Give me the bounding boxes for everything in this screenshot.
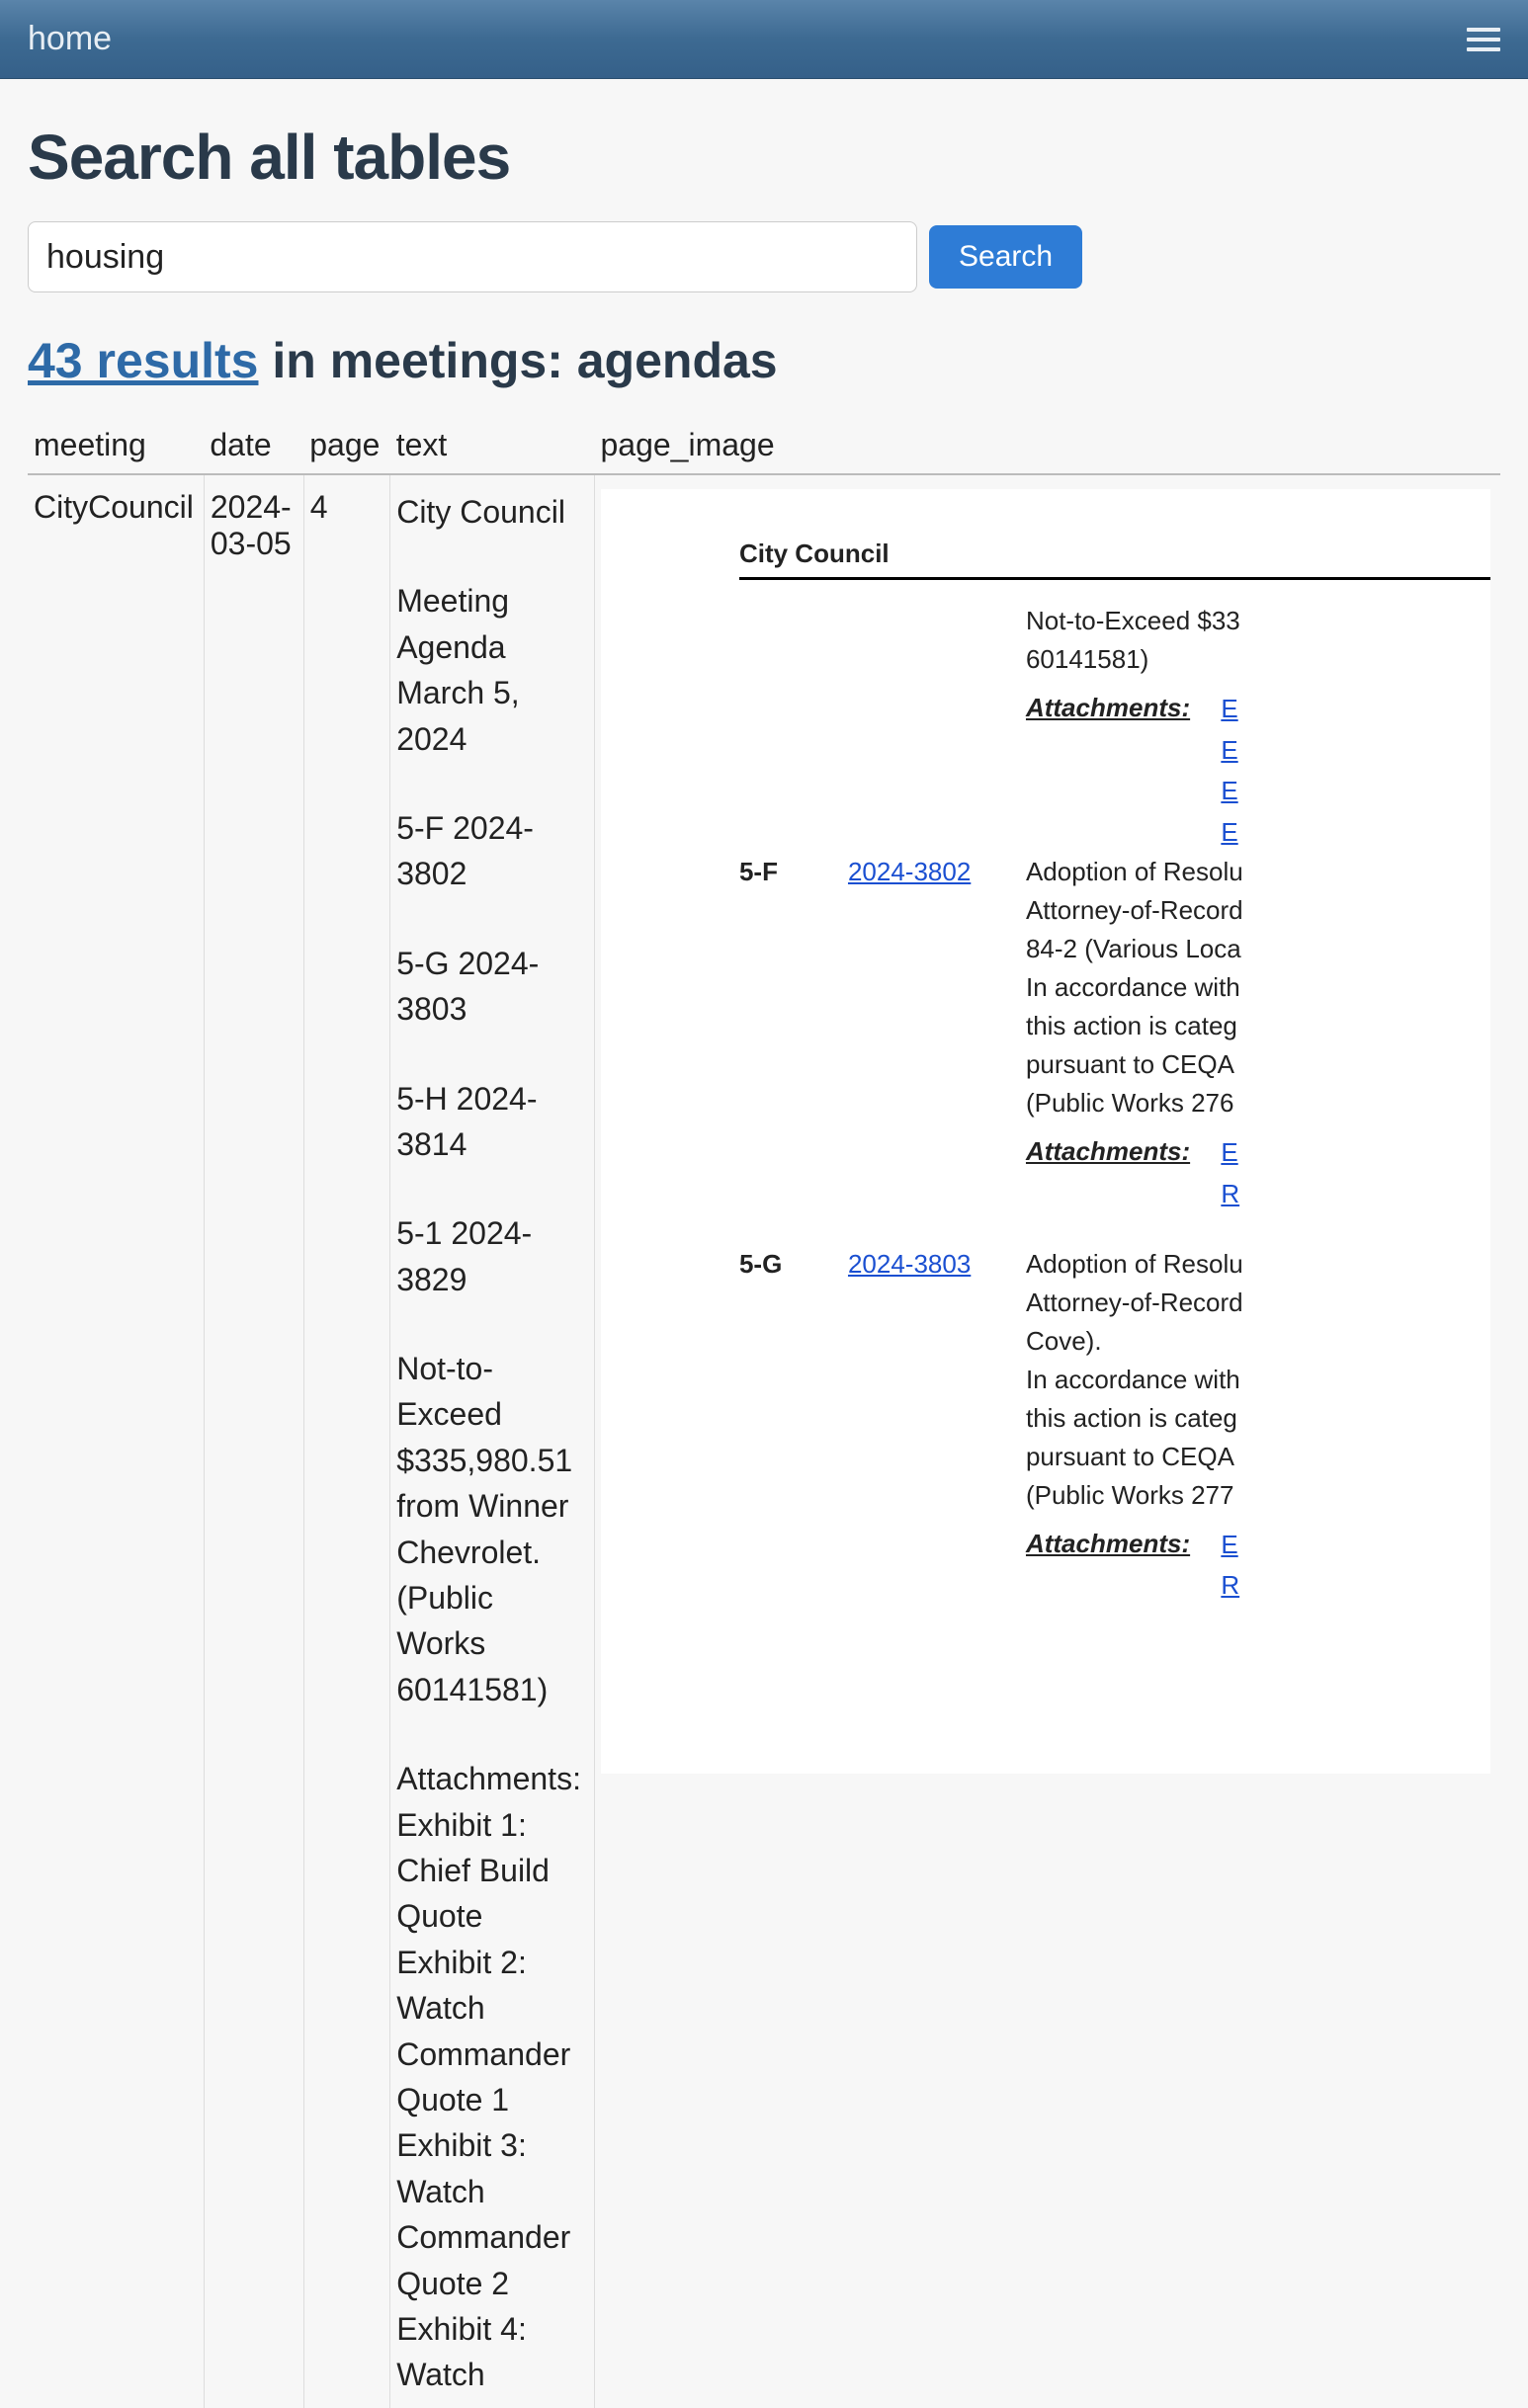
topbar: home	[0, 0, 1528, 79]
doc-line: Attorney-of-Record	[1026, 1284, 1490, 1322]
col-date: date	[204, 421, 303, 474]
doc-fileno-link[interactable]: 2024-3803	[848, 1249, 971, 1279]
results-heading-rest: in meetings: agendas	[258, 333, 777, 388]
home-link[interactable]: home	[28, 20, 112, 58]
doc-line: Attorney-of-Record	[1026, 891, 1490, 930]
doc-item: 5-G 2024-3803 Adoption of Resolu Attorne…	[739, 1245, 1490, 1607]
cell-text: City Council Meeting Agenda March 5, 202…	[390, 474, 595, 2408]
doc-line: pursuant to CEQA	[1026, 1045, 1490, 1084]
doc-fileno: 2024-3803	[848, 1245, 996, 1607]
search-form: Search	[28, 221, 1500, 292]
attachment-links: E E E E	[1221, 689, 1237, 853]
attachment-link[interactable]: E	[1221, 812, 1237, 854]
page-image: City Council Not-to-Exceed $33 60141581)…	[601, 489, 1490, 1774]
attachment-links: E R	[1221, 1525, 1239, 1607]
doc-line: In accordance with	[1026, 1361, 1490, 1399]
doc-line: 60141581)	[1026, 640, 1490, 679]
cell-page: 4	[303, 474, 389, 2408]
text-block: 5-G 2024-3803	[396, 941, 584, 1033]
doc-fileno: 2024-3802	[848, 853, 996, 1214]
table-header-row: meeting date page text page_image	[28, 421, 1500, 474]
text-block: 5-1 2024-3829	[396, 1210, 584, 1302]
table-row: CityCouncil 2024-03-05 4 City Council Me…	[28, 474, 1500, 2408]
doc-header: City Council	[739, 539, 1490, 580]
attachment-links: E R	[1221, 1132, 1239, 1214]
attachment-link[interactable]: R	[1221, 1565, 1239, 1607]
doc-line: Not-to-Exceed $33	[1026, 602, 1490, 640]
search-button[interactable]: Search	[929, 225, 1082, 289]
doc-body: Adoption of Resolu Attorney-of-Record Co…	[1026, 1245, 1490, 1607]
col-text: text	[390, 421, 595, 474]
doc-itemno: 5-G	[739, 1245, 818, 1607]
results-heading: 43 results in meetings: agendas	[28, 332, 1500, 389]
attachments-label: Attachments:	[1026, 1525, 1190, 1563]
attachments-label: Attachments:	[1026, 1132, 1190, 1171]
results-table: meeting date page text page_image CityCo…	[28, 421, 1500, 2408]
doc-fileno-link[interactable]: 2024-3802	[848, 857, 971, 886]
doc-line: In accordance with	[1026, 968, 1490, 1007]
text-block: 5-H 2024-3814	[396, 1076, 584, 1168]
text-block: Meeting Agenda March 5, 2024	[396, 578, 584, 762]
doc-line: (Public Works 276	[1026, 1084, 1490, 1122]
attachment-link[interactable]: E	[1221, 771, 1237, 812]
attachment-link[interactable]: E	[1221, 1525, 1239, 1566]
text-block: Not-to-Exceed $335,980.51 from Winner Ch…	[396, 1346, 584, 1712]
col-page-image: page_image	[594, 421, 1500, 474]
doc-item: 5-F 2024-3802 Adoption of Resolu Attorne…	[739, 853, 1490, 1214]
doc-line: (Public Works 277	[1026, 1476, 1490, 1515]
doc-line: Adoption of Resolu	[1026, 1245, 1490, 1284]
attachment-link[interactable]: E	[1221, 730, 1237, 772]
cell-meeting: CityCouncil	[28, 474, 204, 2408]
menu-icon[interactable]	[1467, 28, 1500, 51]
col-meeting: meeting	[28, 421, 204, 474]
text-block: City Council	[396, 489, 584, 535]
attachment-link[interactable]: R	[1221, 1174, 1239, 1215]
results-count-link[interactable]: 43 results	[28, 333, 258, 388]
page-title: Search all tables	[28, 121, 1500, 194]
doc: City Council Not-to-Exceed $33 60141581)…	[601, 539, 1490, 1607]
content: Search all tables Search 43 results in m…	[0, 79, 1528, 2408]
col-page: page	[303, 421, 389, 474]
attachment-link[interactable]: E	[1221, 689, 1237, 730]
attachments-label: Attachments:	[1026, 689, 1190, 727]
text-block: Attachments: Exhibit 1: Chief Build Quot…	[396, 1756, 584, 2397]
doc-body: Adoption of Resolu Attorney-of-Record 84…	[1026, 853, 1490, 1214]
doc-line: this action is categ	[1026, 1007, 1490, 1045]
doc-itemno: 5-F	[739, 853, 818, 1214]
doc-line: 84-2 (Various Loca	[1026, 930, 1490, 968]
doc-line: pursuant to CEQA	[1026, 1438, 1490, 1476]
doc-line: this action is categ	[1026, 1399, 1490, 1438]
doc-line: Cove).	[1026, 1322, 1490, 1361]
attachment-link[interactable]: E	[1221, 1132, 1239, 1174]
doc-line: Adoption of Resolu	[1026, 853, 1490, 891]
cell-page-image: City Council Not-to-Exceed $33 60141581)…	[594, 474, 1500, 2408]
text-block: 5-F 2024-3802	[396, 805, 584, 897]
cell-date: 2024-03-05	[204, 474, 303, 2408]
doc-top-block: Not-to-Exceed $33 60141581) Attachments:…	[1026, 602, 1490, 853]
search-input[interactable]	[28, 221, 917, 292]
